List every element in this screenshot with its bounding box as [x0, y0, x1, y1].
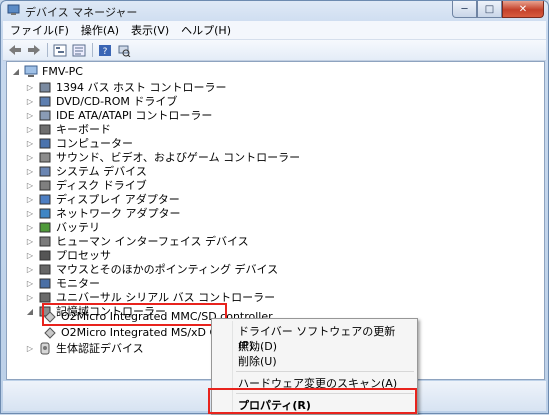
menu-separator	[236, 371, 414, 372]
menu-view[interactable]: 表示(V)	[126, 22, 174, 38]
menu-action[interactable]: 操作(A)	[76, 22, 124, 38]
device-category-icon	[39, 278, 51, 288]
expand-arrow-icon[interactable]: ▷	[25, 181, 35, 190]
expand-arrow-icon[interactable]: ▷	[25, 344, 35, 353]
maximize-button[interactable]: □	[477, 1, 502, 18]
device-category-icon	[39, 222, 51, 232]
svg-text:?: ?	[103, 47, 108, 57]
storage-controller-icon	[44, 326, 56, 339]
menu-bar: ファイル(F) 操作(A) 表示(V) ヘルプ(H)	[3, 21, 546, 40]
properties-toolbar-button[interactable]	[70, 42, 88, 58]
expand-arrow-icon[interactable]: ▷	[25, 83, 35, 92]
tree-item-biometric[interactable]: ▷ 生体認証デバイス	[25, 340, 144, 356]
tree-root[interactable]: ◢ FMV-PC	[11, 63, 83, 79]
device-category-icon	[39, 152, 51, 162]
tree-root-label: FMV-PC	[42, 64, 83, 78]
device-category-icon	[39, 264, 51, 274]
tree-item-label: 生体認証デバイス	[56, 342, 144, 355]
forward-button[interactable]	[25, 42, 43, 58]
back-arrow-icon	[9, 45, 21, 55]
device-category-icon	[39, 96, 51, 106]
forward-arrow-icon	[28, 45, 40, 55]
properties-icon	[72, 44, 86, 56]
device-category-icon	[39, 292, 51, 302]
scan-hardware-icon	[118, 45, 131, 57]
back-button[interactable]	[6, 42, 24, 58]
expand-arrow-icon[interactable]: ▷	[25, 125, 35, 134]
expand-arrow-icon[interactable]: ▷	[25, 139, 35, 148]
device-category-icon	[39, 166, 51, 176]
title-bar: デバイス マネージャー ─ □ ✕	[1, 1, 548, 21]
device-category-icon	[39, 82, 51, 92]
menu-file[interactable]: ファイル(F)	[5, 22, 74, 38]
help-icon: ?	[99, 44, 111, 57]
scan-hardware-button[interactable]	[115, 42, 133, 58]
minimize-button[interactable]: ─	[452, 1, 477, 18]
window-title: デバイス マネージャー	[25, 6, 138, 19]
expand-arrow-icon[interactable]: ▷	[25, 279, 35, 288]
expand-arrow-icon[interactable]: ▷	[25, 223, 35, 232]
computer-icon	[24, 65, 38, 77]
device-category-icon	[39, 138, 51, 148]
toolbar-separator	[47, 43, 48, 57]
expand-arrow-icon[interactable]: ▷	[25, 209, 35, 218]
expand-arrow-icon[interactable]: ▷	[25, 111, 35, 120]
highlight-frame-device	[42, 303, 227, 326]
help-button[interactable]: ?	[96, 42, 114, 58]
collapse-arrow-icon[interactable]: ◢	[25, 307, 35, 316]
menu-uninstall[interactable]: 削除(U)	[238, 353, 277, 369]
device-category-icon	[39, 208, 51, 218]
device-category-icon	[39, 194, 51, 204]
toolbar: ?	[3, 40, 546, 61]
device-category-icon	[39, 180, 51, 190]
device-category-icon	[39, 236, 51, 246]
tree-view-button[interactable]	[51, 42, 69, 58]
toolbar-separator	[92, 43, 93, 57]
expand-arrow-icon[interactable]: ▷	[25, 293, 35, 302]
close-button[interactable]: ✕	[502, 1, 544, 18]
expand-arrow-icon[interactable]: ▷	[25, 265, 35, 274]
device-category-icon	[39, 124, 51, 134]
menu-help[interactable]: ヘルプ(H)	[176, 22, 236, 38]
highlight-frame-properties	[208, 388, 417, 414]
expand-arrow-icon[interactable]: ▷	[25, 97, 35, 106]
tree-view-icon	[53, 44, 67, 56]
expand-arrow-icon[interactable]: ▷	[25, 251, 35, 260]
expand-arrow-icon[interactable]: ▷	[25, 195, 35, 204]
collapse-arrow-icon[interactable]: ◢	[11, 67, 21, 76]
expand-arrow-icon[interactable]: ▷	[25, 167, 35, 176]
biometric-device-icon	[40, 342, 50, 354]
menu-disable[interactable]: 無効(D)	[238, 338, 277, 354]
expand-arrow-icon[interactable]: ▷	[25, 153, 35, 162]
device-category-icon	[39, 250, 51, 260]
expand-arrow-icon[interactable]: ▷	[25, 237, 35, 246]
caption-buttons: ─ □ ✕	[452, 1, 544, 18]
device-manager-icon	[7, 4, 20, 15]
device-category-icon	[39, 110, 51, 120]
